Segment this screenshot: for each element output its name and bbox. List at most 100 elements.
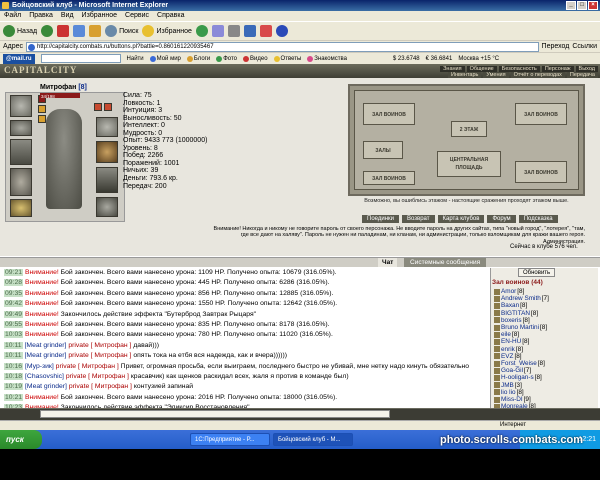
message-time[interactable]: 10:21 bbox=[4, 393, 24, 401]
back-button[interactable]: Назад bbox=[3, 25, 37, 37]
minimize-button[interactable]: _ bbox=[566, 1, 576, 10]
refresh-button[interactable]: Обновить bbox=[518, 268, 556, 277]
private-message-icon[interactable] bbox=[494, 331, 500, 338]
private-message-icon[interactable] bbox=[494, 360, 500, 367]
room-halls[interactable]: ЗАЛЫ bbox=[363, 141, 403, 159]
private-message-icon[interactable] bbox=[494, 389, 500, 396]
maximize-button[interactable]: □ bbox=[577, 1, 587, 10]
menu-help[interactable]: Справка bbox=[157, 11, 184, 21]
online-user[interactable]: Amor [8] bbox=[494, 288, 524, 295]
task-1c[interactable]: 1С:Предприятие - Р... bbox=[190, 433, 270, 446]
message-time[interactable]: 09:49 bbox=[4, 310, 24, 318]
menu-edit[interactable]: Правка bbox=[29, 11, 53, 21]
private-message-icon[interactable] bbox=[494, 374, 500, 381]
menu-view[interactable]: Вид bbox=[61, 11, 74, 21]
private-message-icon[interactable] bbox=[494, 295, 500, 302]
private-recipient[interactable]: private [ Митрофан ] bbox=[64, 373, 129, 380]
message-author[interactable]: [Meat grinder] bbox=[25, 383, 67, 390]
private-message-icon[interactable] bbox=[494, 396, 500, 403]
private-message-icon[interactable] bbox=[494, 382, 500, 389]
online-user[interactable]: Goa-Gil [7] bbox=[494, 367, 531, 374]
private-message-icon[interactable] bbox=[494, 302, 500, 309]
gloves-slot[interactable] bbox=[96, 117, 118, 137]
mailru-search-input[interactable] bbox=[40, 54, 121, 63]
helmet-slot[interactable] bbox=[10, 95, 32, 117]
private-message-icon[interactable] bbox=[494, 288, 500, 295]
forward-arrow-icon[interactable] bbox=[41, 25, 54, 37]
links-label[interactable]: Ссылки bbox=[572, 43, 597, 50]
address-input[interactable]: http://capitalcity.combats.ru/buttons.pl… bbox=[26, 41, 539, 52]
room-warriors-4[interactable]: ЗАЛ ВОИНОВ bbox=[515, 161, 567, 183]
refresh-icon[interactable] bbox=[73, 25, 86, 37]
armor-slot[interactable] bbox=[10, 168, 32, 196]
weapon-slot[interactable] bbox=[10, 139, 32, 165]
private-message-icon[interactable] bbox=[494, 324, 500, 331]
club-map-button[interactable]: Карта клубов bbox=[437, 215, 485, 223]
online-user[interactable]: Andrew Smith [7] bbox=[494, 295, 549, 302]
private-message-icon[interactable] bbox=[494, 310, 500, 317]
ring-slot[interactable] bbox=[38, 115, 46, 123]
print-icon[interactable] bbox=[227, 25, 240, 37]
room-warriors-1[interactable]: ЗАЛ ВОИНОВ bbox=[363, 103, 415, 125]
message-time[interactable]: 10:03 bbox=[4, 331, 24, 339]
room-warriors-3[interactable]: ЗАЛ ВОИНОВ bbox=[515, 103, 567, 125]
return-button[interactable]: Возврат bbox=[402, 215, 435, 223]
bracer-slot[interactable] bbox=[10, 120, 32, 136]
online-user[interactable]: Forst_Weise [8] bbox=[494, 360, 545, 367]
message-author[interactable]: [Мур-зик] bbox=[25, 363, 54, 370]
private-recipient[interactable]: private [ Митрофан ] bbox=[54, 363, 119, 370]
message-time[interactable]: 10:16 bbox=[4, 362, 24, 370]
tab-system-messages[interactable]: Системные сообщения bbox=[404, 258, 487, 267]
message-time[interactable]: 09:21 bbox=[4, 269, 24, 276]
private-message-icon[interactable] bbox=[494, 367, 500, 374]
online-user[interactable]: JMB [3] bbox=[494, 382, 522, 389]
word-icon[interactable] bbox=[243, 25, 256, 37]
mailru-logo[interactable]: @mail.ru bbox=[3, 53, 35, 64]
media-icon[interactable] bbox=[195, 25, 208, 37]
favorites-button[interactable]: Избранное bbox=[142, 25, 192, 37]
room-central-square[interactable]: ЦЕНТРАЛЬНАЯ ПЛОЩАДЬ bbox=[437, 151, 501, 177]
character-name[interactable]: Митрофан [8] bbox=[40, 84, 87, 91]
link-photo[interactable]: Фото bbox=[216, 55, 237, 62]
message-time[interactable]: 09:42 bbox=[4, 300, 24, 308]
menu-tools[interactable]: Сервис bbox=[125, 11, 149, 21]
message-time[interactable]: 10:11 bbox=[4, 352, 23, 360]
message-author[interactable]: [Meat grinder] bbox=[25, 342, 67, 349]
shield-slot[interactable] bbox=[96, 141, 118, 163]
online-user[interactable]: enrik [8] bbox=[494, 346, 523, 353]
search-button[interactable]: Поиск bbox=[105, 25, 138, 37]
amulet-slot[interactable] bbox=[104, 103, 112, 111]
messenger-icon[interactable] bbox=[275, 25, 288, 37]
message-time[interactable]: 09:35 bbox=[4, 289, 24, 297]
forum-button[interactable]: Форум bbox=[487, 215, 516, 223]
online-user[interactable]: EVZ [8] bbox=[494, 353, 522, 360]
link-dating[interactable]: Знакомства bbox=[307, 55, 347, 62]
link-answers[interactable]: Ответы bbox=[273, 55, 301, 62]
go-button[interactable]: Переход bbox=[542, 43, 570, 50]
private-recipient[interactable]: private [ Митрофан ] bbox=[67, 383, 132, 390]
link-video[interactable]: Видео bbox=[243, 55, 268, 62]
private-message-icon[interactable] bbox=[494, 317, 500, 324]
task-combats[interactable]: Бойцовский клуб - М... bbox=[273, 433, 353, 446]
hint-button[interactable]: Подсказка bbox=[518, 215, 558, 223]
online-user[interactable]: boxeris [8] bbox=[494, 317, 530, 324]
leggings-slot[interactable] bbox=[96, 167, 118, 193]
message-author[interactable]: [Chasovshic] bbox=[25, 373, 64, 380]
stop-icon[interactable] bbox=[57, 25, 70, 37]
online-user[interactable]: BIGTITAN [8] bbox=[494, 310, 538, 317]
boots-slot[interactable] bbox=[96, 197, 118, 217]
discuss-icon[interactable] bbox=[259, 25, 272, 37]
close-button[interactable]: × bbox=[588, 1, 598, 10]
amulet-slot[interactable] bbox=[94, 103, 102, 111]
duels-button[interactable]: Поединки bbox=[362, 215, 399, 223]
room-warriors-2[interactable]: ЗАЛ ВОИНОВ bbox=[363, 171, 415, 185]
message-author[interactable]: [Meat grinder] bbox=[25, 352, 67, 359]
ring-slot[interactable] bbox=[38, 105, 46, 113]
private-recipient[interactable]: private [ Митрофан ] bbox=[66, 352, 131, 359]
link-my-world[interactable]: Мой мир bbox=[149, 55, 181, 62]
belt-slot[interactable] bbox=[10, 199, 32, 217]
online-user[interactable]: H-ooligan-s [8] bbox=[494, 374, 542, 381]
message-time[interactable]: 09:55 bbox=[4, 321, 24, 329]
menu-file[interactable]: Файл bbox=[4, 11, 21, 21]
find-button[interactable]: Найти bbox=[127, 56, 144, 62]
